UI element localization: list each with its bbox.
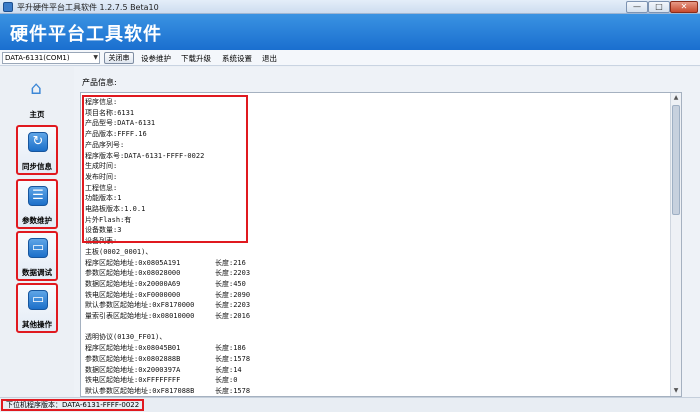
main-content: 产品信息: 程序信息: 项目名称:6131 产品型号:DATA-6131 产品版本:F… xyxy=(74,67,700,397)
info-line-text: 参数区起始地址:0x08028000 xyxy=(85,269,181,278)
menu-param-maintenance[interactable]: 设参维护 xyxy=(141,53,171,64)
chevron-down-icon[interactable]: ▼ xyxy=(93,54,98,61)
sidebar-item-other-ops[interactable]: ▭ 其他操作 xyxy=(16,283,58,333)
info-line: 程序区起始地址:0x0805A191 长度:216 xyxy=(85,258,246,268)
scroll-thumb[interactable] xyxy=(672,105,680,215)
maximize-button[interactable]: □ xyxy=(648,1,670,13)
info-line: 参数区起始地址:0x0802888B 长度:1578 xyxy=(85,354,250,364)
sidebar: ⌂ 主页 ↻ 同步信息 ☰ 参数维护 ▭ 数据调试 ▭ 其他操作 xyxy=(0,67,74,397)
info-line-value: 长度:216 xyxy=(215,258,246,267)
scroll-down-icon[interactable]: ▼ xyxy=(671,386,681,396)
info-line: 数据区起始地址:0x20000A69 长度:450 xyxy=(85,279,246,289)
menu-bar: DATA-6131(COM1) ▼ 关闭串 设参维护 下载升级 系统设置 退出 xyxy=(0,50,700,66)
app-header: 硬件平台工具软件 xyxy=(0,14,700,50)
info-line-value: 长度:0 xyxy=(215,376,238,385)
info-line-text: 铁电区起始地址:0xF0000000 xyxy=(85,290,181,299)
info-line-text: 主板(0002_0001)、 xyxy=(85,247,153,256)
info-line-value: 长度:2016 xyxy=(215,312,251,320)
menu-download-upgrade[interactable]: 下载升级 xyxy=(181,53,211,64)
vertical-scrollbar[interactable]: ▲ ▼ xyxy=(670,93,681,396)
monitor-icon: ▭ xyxy=(28,290,48,310)
info-line-text: 透明协议(0130_FF01)、 xyxy=(85,333,167,342)
info-line: 铁电区起始地址:0xF0000000 长度:2090 xyxy=(85,290,250,300)
info-line: 参数区起始地址:0x08028000 长度:2203 xyxy=(85,268,250,278)
sidebar-item-data-debug[interactable]: ▭ 数据调试 xyxy=(16,231,58,281)
info-line-text: 数据区起始地址:0x20000A69 xyxy=(85,279,181,288)
info-line-value: 长度:2090 xyxy=(215,290,251,299)
title-bar: 平升硬件平台工具软件 1.2.7.5 Beta10 — □ ✕ xyxy=(0,0,700,14)
close-button[interactable]: ✕ xyxy=(670,1,698,13)
info-line-value: 长度:186 xyxy=(215,344,246,353)
section-title: 产品信息: xyxy=(82,78,117,87)
info-line-text: 默认参数区起始地址:0xF8170000 xyxy=(85,301,195,310)
close-port-button[interactable]: 关闭串 xyxy=(104,52,134,64)
info-line-value: 长度:450 xyxy=(215,279,246,288)
highlight-box xyxy=(82,95,248,243)
minimize-button[interactable]: — xyxy=(626,1,648,13)
scroll-up-icon[interactable]: ▲ xyxy=(671,93,681,103)
home-icon: ⌂ xyxy=(30,78,42,99)
sidebar-item-label: 主页 xyxy=(29,110,45,119)
info-line-value: 长度:1578 xyxy=(215,354,251,363)
info-line: 程序区起始地址:0x08045B01 长度:186 xyxy=(85,343,246,353)
info-line-text: 量索引表区起始地址:0x08010000 xyxy=(85,312,195,320)
info-line-text: 铁电区起始地址:0xFFFFFFFF xyxy=(85,376,181,385)
info-line: 默认参数区起始地址:0xF817088B 长度:1578 xyxy=(85,386,250,396)
info-line-value: 长度:14 xyxy=(215,365,242,374)
sidebar-item-sync-info[interactable]: ↻ 同步信息 xyxy=(16,125,58,175)
info-line: 量索引表区起始地址:0x08010000 长度:2016 xyxy=(85,311,250,321)
sidebar-item-label: 参数维护 xyxy=(22,216,52,225)
monitor-icon: ▭ xyxy=(28,238,48,258)
menu-exit[interactable]: 退出 xyxy=(262,53,277,64)
info-line-text: 默认参数区起始地址:0xF817088B xyxy=(85,386,195,395)
info-line: 默认参数区起始地址:0xF8170000 长度:2203 xyxy=(85,300,250,310)
sidebar-item-label: 同步信息 xyxy=(22,162,52,171)
sidebar-item-home[interactable]: ⌂ 主页 xyxy=(16,75,58,125)
info-line-value: 长度:2203 xyxy=(215,301,251,310)
info-line: 主板(0002_0001)、 xyxy=(85,247,152,257)
info-line: 数据区起始地址:0x2000397A 长度:14 xyxy=(85,365,242,375)
port-select[interactable]: DATA-6131(COM1) ▼ xyxy=(2,52,100,64)
info-line: 铁电区起始地址:0xFFFFFFFF 长度:0 xyxy=(85,375,237,385)
firmware-version-status: 下位机程序版本：DATA-6131-FFFF-0022 xyxy=(1,399,145,411)
info-line-text: 程序区起始地址:0x0805A191 xyxy=(85,258,181,267)
app-icon xyxy=(3,2,13,12)
sidebar-item-param-maintenance[interactable]: ☰ 参数维护 xyxy=(16,179,58,229)
menu-system-settings[interactable]: 系统设置 xyxy=(222,53,252,64)
window-title: 平升硬件平台工具软件 1.2.7.5 Beta10 xyxy=(17,3,159,12)
status-bar: 下位机程序版本：DATA-6131-FFFF-0022 xyxy=(0,397,700,412)
sidebar-item-label: 其他操作 xyxy=(22,320,52,329)
product-info-textbox[interactable]: 程序信息: 项目名称:6131 产品型号:DATA-6131 产品版本:FFFF.16… xyxy=(80,92,682,397)
info-line: 透明协议(0130_FF01)、 xyxy=(85,332,166,342)
sync-icon: ↻ xyxy=(28,132,48,152)
sidebar-item-label: 数据调试 xyxy=(22,268,52,277)
info-line-text: 程序区起始地址:0x08045B01 xyxy=(85,344,181,353)
info-line-value: 长度:2203 xyxy=(215,269,251,278)
info-line-value: 长度:1578 xyxy=(215,386,251,395)
app-title: 硬件平台工具软件 xyxy=(10,24,162,45)
info-line-text: 数据区起始地址:0x2000397A xyxy=(85,365,181,374)
info-line-text: 参数区起始地址:0x0802888B xyxy=(85,354,181,363)
sliders-icon: ☰ xyxy=(28,186,48,206)
port-select-value: DATA-6131(COM1) xyxy=(5,54,70,62)
